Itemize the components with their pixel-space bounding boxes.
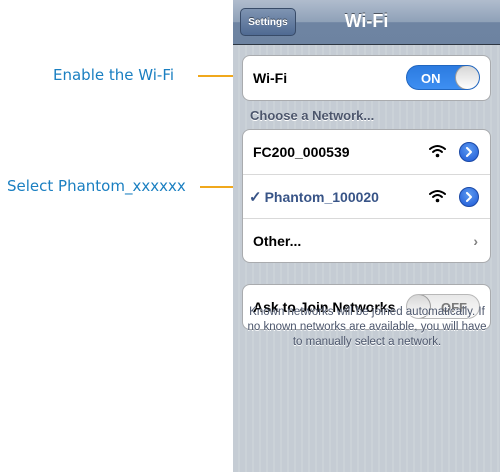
wifi-toggle-group: Wi-Fi ON [242, 55, 491, 101]
chevron-right-icon: › [473, 233, 478, 249]
wifi-signal-icon [429, 145, 446, 158]
toggle-knob [455, 66, 479, 89]
detail-disclosure-button[interactable] [459, 142, 479, 162]
wifi-toggle-state: ON [421, 71, 441, 86]
detail-disclosure-button[interactable] [459, 187, 479, 207]
back-button-label: Settings [248, 16, 288, 28]
ask-to-join-explanation: Known networks will be joined automatica… [247, 306, 487, 348]
wifi-row-label: Wi-Fi [253, 70, 288, 86]
callout-select-phantom: Select Phantom_xxxxxx [7, 177, 186, 195]
network-row-other[interactable]: Other... › [243, 218, 490, 262]
network-row-phantom[interactable]: ✓ Phantom_100020 [243, 174, 490, 218]
choose-network-header: Choose a Network... [250, 108, 375, 123]
network-name: Phantom_100020 [264, 188, 379, 205]
checkmark-icon: ✓ [249, 188, 262, 206]
callout-enable-wifi: Enable the Wi-Fi [53, 66, 175, 84]
network-list: FC200_000539 ✓ Phantom_100020 Other... › [242, 129, 491, 263]
network-row-fc200[interactable]: FC200_000539 [243, 130, 490, 174]
network-name: FC200_000539 [253, 144, 350, 160]
navigation-bar: Settings Wi-Fi [233, 0, 500, 45]
network-name: Other... [253, 232, 302, 249]
wifi-settings-screen: Settings Wi-Fi Wi-Fi ON Choose a Network… [233, 0, 500, 472]
wifi-row: Wi-Fi ON [243, 56, 490, 100]
chevron-right-icon [466, 147, 472, 157]
wifi-signal-icon [429, 190, 446, 203]
chevron-right-icon [466, 192, 472, 202]
wifi-toggle-switch[interactable]: ON [406, 65, 480, 90]
